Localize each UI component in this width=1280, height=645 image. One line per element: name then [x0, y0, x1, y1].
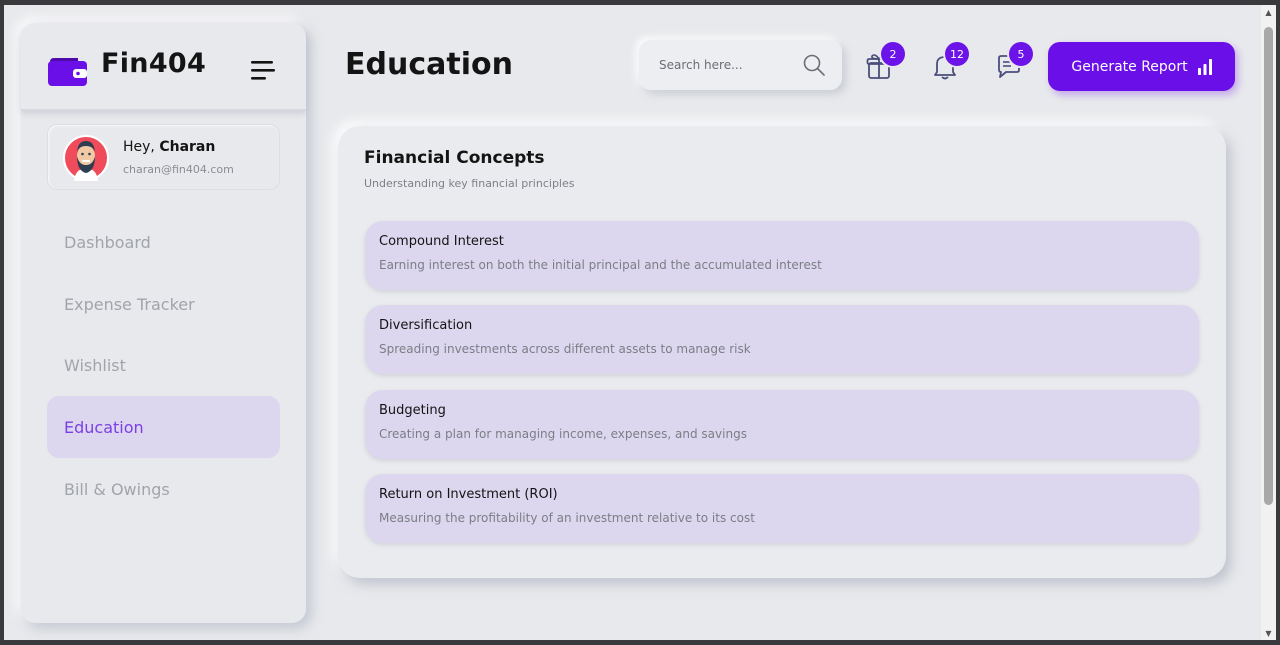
concept-item-roi[interactable]: Return on Investment (ROI) Measuring the… — [365, 474, 1199, 543]
scroll-down-arrow-icon[interactable]: ▼ — [1261, 626, 1276, 640]
concept-description: Creating a plan for managing income, exp… — [379, 427, 747, 441]
sidebar-item-expense-tracker[interactable]: Expense Tracker — [47, 273, 280, 335]
concept-item-diversification[interactable]: Diversification Spreading investments ac… — [365, 305, 1199, 374]
sidebar-item-education[interactable]: Education — [47, 396, 280, 458]
concept-title: Diversification — [379, 318, 473, 333]
sidebar-item-dashboard[interactable]: Dashboard — [47, 211, 280, 273]
notification-count-badge: 12 — [945, 42, 969, 66]
message-count-badge: 5 — [1009, 42, 1033, 66]
app-name: Fin404 — [101, 48, 207, 79]
sidebar-header: Fin404 — [21, 23, 306, 111]
generate-report-button[interactable]: Generate Report — [1048, 42, 1235, 91]
search-icon[interactable] — [802, 53, 826, 81]
concept-description: Spreading investments across different a… — [379, 342, 751, 356]
concept-description: Measuring the profitability of an invest… — [379, 511, 755, 525]
concept-item-compound-interest[interactable]: Compound Interest Earning interest on bo… — [365, 221, 1199, 290]
app-window: Fin404 Hey, Charan charan@fin404.com Das… — [4, 5, 1261, 640]
user-profile-card[interactable]: Hey, Charan charan@fin404.com — [47, 124, 280, 190]
generate-report-label: Generate Report — [1071, 58, 1188, 75]
concept-title: Compound Interest — [379, 234, 504, 249]
concept-description: Earning interest on both the initial pri… — [379, 258, 822, 272]
user-name: Charan — [159, 139, 216, 155]
concept-title: Budgeting — [379, 403, 446, 418]
concept-item-budgeting[interactable]: Budgeting Creating a plan for managing i… — [365, 390, 1199, 459]
sidebar-item-wishlist[interactable]: Wishlist — [47, 334, 280, 396]
scroll-up-arrow-icon[interactable]: ▲ — [1261, 5, 1276, 19]
search-box — [639, 40, 842, 90]
concept-title: Return on Investment (ROI) — [379, 487, 558, 502]
hamburger-menu-icon[interactable] — [250, 60, 276, 86]
gift-count-badge: 2 — [881, 42, 905, 66]
user-avatar — [63, 135, 109, 181]
wallet-logo-icon — [47, 57, 87, 91]
user-email: charan@fin404.com — [123, 163, 234, 176]
user-greeting: Hey, Charan — [123, 139, 216, 155]
financial-concepts-card: Financial Concepts Understanding key fin… — [338, 126, 1226, 578]
card-subtitle: Understanding key financial principles — [364, 177, 575, 190]
sidebar: Fin404 Hey, Charan charan@fin404.com Das… — [21, 23, 306, 623]
bar-chart-icon — [1197, 58, 1212, 75]
page-title: Education — [345, 47, 513, 82]
scrollbar-thumb[interactable] — [1264, 27, 1273, 505]
card-title: Financial Concepts — [364, 148, 545, 168]
vertical-scrollbar[interactable]: ▲ ▼ — [1261, 5, 1276, 640]
sidebar-item-bill-owings[interactable]: Bill & Owings — [47, 458, 280, 520]
search-input[interactable] — [659, 55, 799, 75]
